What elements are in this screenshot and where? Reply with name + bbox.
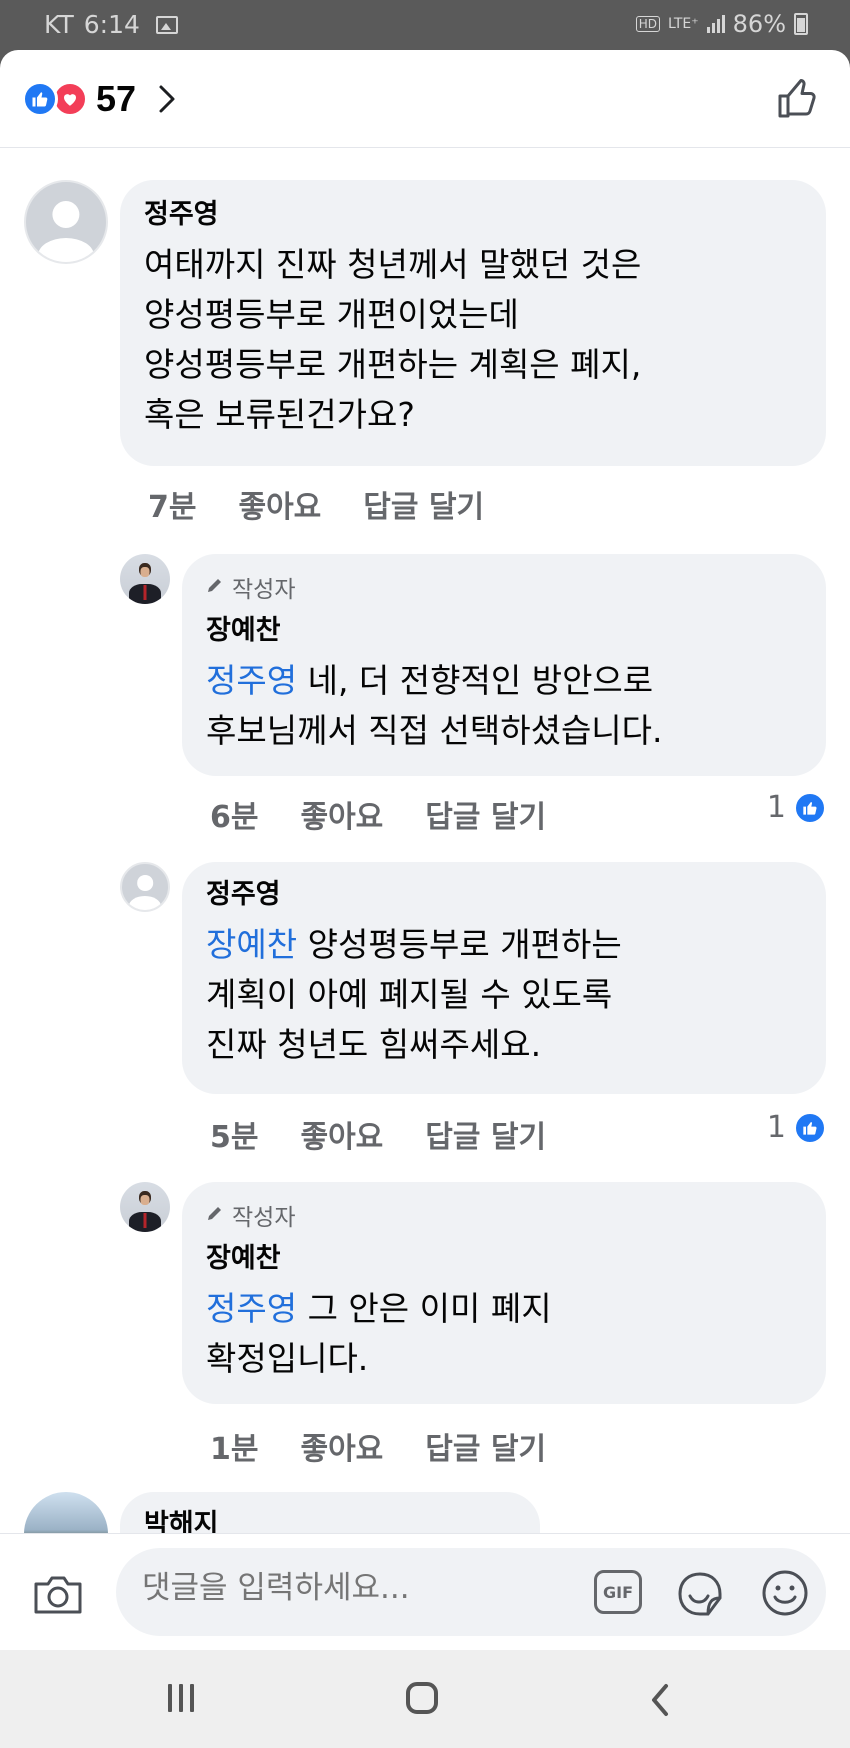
like-link[interactable]: 좋아요 xyxy=(300,1112,383,1156)
comment-meta: 1분 좋아요 답글 달기 xyxy=(210,1424,546,1468)
comment-time: 1분 xyxy=(210,1432,259,1467)
comment-author[interactable]: 박해지 xyxy=(144,1506,516,1533)
status-right: HD LTE⁺ 86% xyxy=(635,10,808,38)
like-icon xyxy=(22,81,58,117)
like-link[interactable]: 좋아요 xyxy=(300,1424,383,1468)
author-badge: 작성자 xyxy=(206,1198,802,1232)
gif-icon[interactable]: GIF xyxy=(594,1570,642,1614)
comment-meta: 5분 좋아요 답글 달기 xyxy=(210,1112,546,1156)
avatar[interactable] xyxy=(24,180,108,264)
like-icon xyxy=(794,791,826,824)
status-left: KT 6:14 xyxy=(44,10,178,39)
comment-like-count[interactable]: 1 xyxy=(767,790,826,825)
network-type: LTE⁺ xyxy=(667,16,699,32)
mention-link[interactable]: 정주영 xyxy=(206,661,297,700)
author-badge-label: 작성자 xyxy=(232,577,296,603)
emoji-icon[interactable] xyxy=(760,1568,810,1622)
reply-link[interactable]: 답글 달기 xyxy=(425,1424,546,1468)
comment-meta: 7분 좋아요 답글 달기 xyxy=(148,482,484,526)
comment-time: 6분 xyxy=(210,800,259,835)
thumbs-up-icon[interactable] xyxy=(776,76,820,124)
comment-author[interactable]: 장예찬 xyxy=(206,1240,802,1278)
hd-voice-icon: HD xyxy=(635,16,660,32)
author-badge-label: 작성자 xyxy=(232,1205,296,1231)
recent-apps-icon[interactable] xyxy=(168,1684,194,1712)
comment-composer: GIF xyxy=(0,1533,850,1650)
like-link[interactable]: 좋아요 xyxy=(238,482,321,526)
like-count-number: 1 xyxy=(766,1110,786,1145)
reply-link[interactable]: 답글 달기 xyxy=(425,792,546,836)
comment-text: 장예찬 양성평등부로 개편하는 계획이 아예 폐지될 수 있도록 진짜 청년도 … xyxy=(206,920,802,1070)
pencil-icon xyxy=(206,574,224,600)
battery-percent: 86% xyxy=(732,10,786,38)
avatar[interactable] xyxy=(24,1492,108,1533)
system-navigation-bar xyxy=(0,1650,850,1748)
author-badge: 작성자 xyxy=(206,570,802,604)
comment-time: 5분 xyxy=(210,1120,259,1155)
avatar[interactable] xyxy=(120,1182,170,1232)
avatar[interactable] xyxy=(120,862,170,912)
comment-bubble: 작성자 장예찬 정주영 네, 더 전향적인 방안으로 후보님께서 직접 선택하셨… xyxy=(182,554,826,776)
comment-bubble: 박해지 xyxy=(120,1492,540,1533)
reply-link[interactable]: 답글 달기 xyxy=(363,482,484,526)
comment-text: 정주영 네, 더 전향적인 방안으로 후보님께서 직접 선택하셨습니다. xyxy=(206,656,802,756)
comment-bubble: 정주영 장예찬 양성평등부로 개편하는 계획이 아예 폐지될 수 있도록 진짜 … xyxy=(182,862,826,1094)
comment-text: 정주영 그 안은 이미 폐지 확정입니다. xyxy=(206,1284,802,1384)
comment-bubble: 작성자 장예찬 정주영 그 안은 이미 폐지 확정입니다. xyxy=(182,1182,826,1404)
comment-reply: 작성자 장예찬 정주영 네, 더 전향적인 방안으로 후보님께서 직접 선택하셨… xyxy=(0,548,850,848)
like-icon xyxy=(794,1111,826,1144)
comment-text: 여태까지 진짜 청년께서 말했던 것은 양성평등부로 개편이었는데 양성평등부로… xyxy=(144,245,642,434)
comment-author[interactable]: 정주영 xyxy=(144,196,802,234)
comment-list: 정주영 여태까지 진짜 청년께서 말했던 것은 양성평등부로 개편이었는데 양성… xyxy=(0,148,850,1533)
sticker-icon[interactable] xyxy=(674,1568,726,1624)
comment-input-container: GIF xyxy=(116,1548,826,1636)
comment-meta: 6분 좋아요 답글 달기 xyxy=(210,792,546,836)
comment: 박해지 xyxy=(0,1488,850,1533)
comment-bubble: 정주영 여태까지 진짜 청년께서 말했던 것은 양성평등부로 개편이었는데 양성… xyxy=(120,180,826,466)
battery-icon xyxy=(794,13,808,35)
gallery-notification-icon xyxy=(155,15,178,34)
reply-link[interactable]: 답글 달기 xyxy=(425,1112,546,1156)
home-icon[interactable] xyxy=(406,1682,438,1714)
like-count-number: 1 xyxy=(766,790,786,825)
avatar[interactable] xyxy=(120,554,170,604)
mention-link[interactable]: 장예찬 xyxy=(206,925,297,964)
like-link[interactable]: 좋아요 xyxy=(300,792,383,836)
carrier-label: KT xyxy=(44,10,74,39)
comment-reply: 정주영 장예찬 양성평등부로 개편하는 계획이 아예 폐지될 수 있도록 진짜 … xyxy=(0,858,850,1168)
comment-like-count[interactable]: 1 xyxy=(767,1110,826,1145)
chevron-right-icon xyxy=(158,84,176,118)
back-icon[interactable] xyxy=(648,1682,672,1722)
comments-sheet: 57 정주영 여태까지 진짜 청년께서 말했던 것은 양성평등부로 개편이었는데… xyxy=(0,50,850,1650)
comment: 정주영 여태까지 진짜 청년께서 말했던 것은 양성평등부로 개편이었는데 양성… xyxy=(0,148,850,525)
clock: 6:14 xyxy=(83,10,140,39)
pencil-icon xyxy=(206,1202,224,1228)
mention-link[interactable]: 정주영 xyxy=(206,1289,297,1328)
comment-time: 7분 xyxy=(148,490,197,525)
comment-input[interactable] xyxy=(142,1570,582,1606)
comment-author[interactable]: 정주영 xyxy=(206,876,802,914)
comments-header: 57 xyxy=(0,50,850,148)
reactions-summary[interactable]: 57 xyxy=(22,78,176,120)
status-bar: KT 6:14 HD LTE⁺ 86% xyxy=(0,0,850,50)
comment-reply: 작성자 장예찬 정주영 그 안은 이미 폐지 확정입니다. 1분 좋아요 답글 … xyxy=(0,1176,850,1476)
camera-icon[interactable] xyxy=(32,1572,84,1620)
comment-author[interactable]: 장예찬 xyxy=(206,612,802,650)
reaction-count: 57 xyxy=(96,78,137,119)
signal-icon xyxy=(706,15,725,33)
